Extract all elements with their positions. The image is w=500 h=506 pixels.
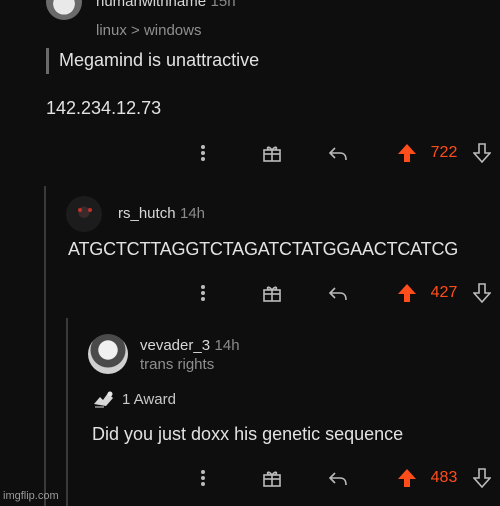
more-vertical-icon <box>201 470 205 486</box>
reply-icon <box>328 147 347 161</box>
downvote-arrow-icon <box>473 143 491 163</box>
eye-icon <box>78 208 82 212</box>
eye-icon <box>88 208 92 212</box>
avatar-eyes <box>78 208 92 212</box>
comment-header: rs_hutch 14h <box>118 205 205 223</box>
vote-count: 427 <box>430 284 458 301</box>
reply-icon <box>328 287 347 301</box>
username[interactable]: humanwithname <box>96 0 206 10</box>
username[interactable]: rs_hutch <box>118 205 176 222</box>
reply-button[interactable] <box>326 465 350 491</box>
upvote-arrow-icon <box>398 469 416 487</box>
quoted-text: Megamind is unattractive <box>59 50 260 70</box>
user-flair: linux > windows <box>96 22 202 39</box>
gift-icon <box>263 286 281 302</box>
timestamp: 15h <box>210 0 236 10</box>
quote-bar <box>46 48 49 74</box>
downvote-button[interactable] <box>471 465 493 491</box>
more-options-button[interactable] <box>196 280 210 306</box>
gift-icon <box>263 471 281 487</box>
upvote-arrow-icon <box>398 284 416 302</box>
upvote-arrow-icon <box>398 144 416 162</box>
comment-actions: 483 <box>0 465 500 491</box>
give-award-button[interactable] <box>260 140 284 166</box>
downvote-button[interactable] <box>471 140 493 166</box>
award-count: 1 Award <box>122 390 176 408</box>
upvote-button[interactable] <box>395 280 419 306</box>
comment-body: ATGCTCTTAGGTCTAGATCTATGGAACTCATCG <box>68 239 459 259</box>
timestamp: 14h <box>214 337 240 354</box>
vote-count: 722 <box>430 144 458 161</box>
give-award-button[interactable] <box>260 465 284 491</box>
upvote-button[interactable] <box>395 465 419 491</box>
more-vertical-icon <box>201 285 205 301</box>
vote-count: 483 <box>430 469 458 486</box>
comment-body: 142.234.12.73 <box>46 98 162 118</box>
comment-header: vevader_3 14h <box>140 337 240 355</box>
avatar[interactable] <box>88 334 128 374</box>
gift-icon <box>263 146 281 162</box>
comment-actions: 427 <box>0 280 500 306</box>
comment-body: Did you just doxx his genetic sequence <box>92 424 404 444</box>
award-badge[interactable]: 1 Award <box>92 389 176 409</box>
more-vertical-icon <box>201 145 205 161</box>
avatar[interactable] <box>66 196 102 232</box>
username[interactable]: vevader_3 <box>140 337 210 354</box>
comment-actions: 722 <box>0 140 500 166</box>
downvote-arrow-icon <box>473 283 491 303</box>
watermark: imgflip.com <box>3 490 59 502</box>
downvote-button[interactable] <box>471 280 493 306</box>
timestamp: 14h <box>180 205 206 222</box>
avatar[interactable] <box>46 0 82 20</box>
reply-button[interactable] <box>326 280 350 306</box>
user-flair: trans rights <box>140 356 215 373</box>
reply-button[interactable] <box>326 140 350 166</box>
give-award-button[interactable] <box>260 280 284 306</box>
comment-header: humanwithname 15h <box>96 0 236 11</box>
more-options-button[interactable] <box>196 140 210 166</box>
award-icon <box>94 391 113 408</box>
downvote-arrow-icon <box>473 468 491 488</box>
reply-icon <box>328 472 347 486</box>
more-options-button[interactable] <box>196 465 210 491</box>
upvote-button[interactable] <box>395 140 419 166</box>
